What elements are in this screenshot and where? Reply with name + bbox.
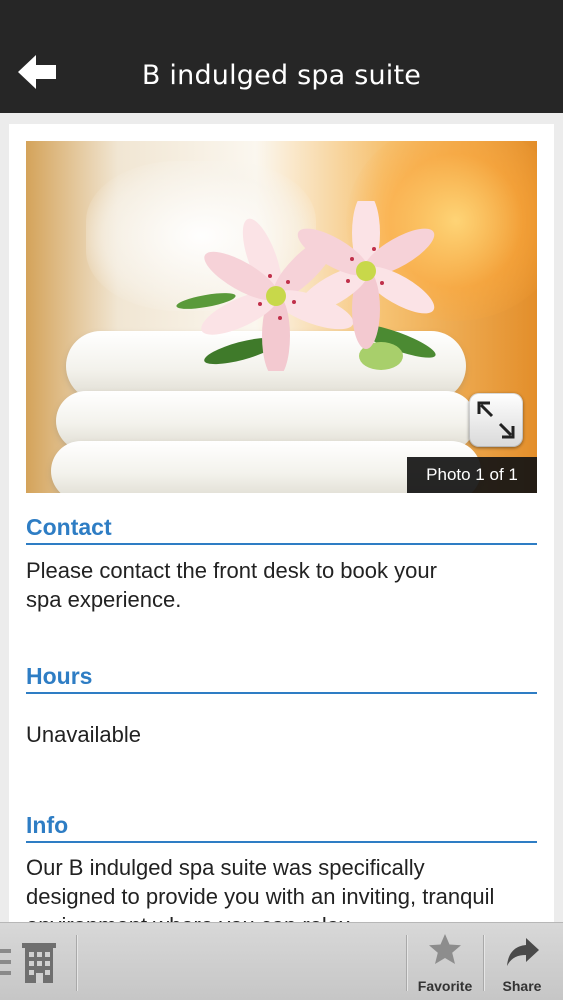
app-header: B indulged spa suite	[0, 0, 563, 113]
spa-photo[interactable]: Photo 1 of 1	[26, 141, 537, 493]
star-icon	[429, 934, 461, 964]
photo-counter: Photo 1 of 1	[407, 457, 537, 493]
content-card: Photo 1 of 1 Contact Please contact the …	[9, 124, 554, 924]
contact-text: Please contact the front desk to book yo…	[26, 558, 437, 612]
share-label: Share	[502, 978, 542, 994]
expand-photo-button[interactable]	[469, 393, 523, 447]
hours-heading: Hours	[26, 663, 537, 694]
hours-text: Unavailable	[26, 722, 141, 747]
lily-flowers-image	[176, 201, 436, 371]
page-title: B indulged spa suite	[141, 60, 422, 91]
favorite-button[interactable]: Favorite	[406, 923, 484, 1000]
info-heading: Info	[26, 812, 537, 843]
expand-icon	[477, 401, 515, 439]
bottom-toolbar: Favorite Share	[0, 922, 563, 1000]
favorite-label: Favorite	[417, 978, 473, 994]
info-text: Our B indulged spa suite was specificall…	[26, 855, 495, 924]
toolbar-divider	[76, 935, 78, 991]
contact-heading: Contact	[26, 514, 537, 545]
building-icon[interactable]	[22, 943, 56, 983]
share-button[interactable]: Share	[485, 923, 563, 1000]
list-menu-icon[interactable]	[0, 947, 14, 977]
share-arrow-icon	[507, 938, 539, 966]
